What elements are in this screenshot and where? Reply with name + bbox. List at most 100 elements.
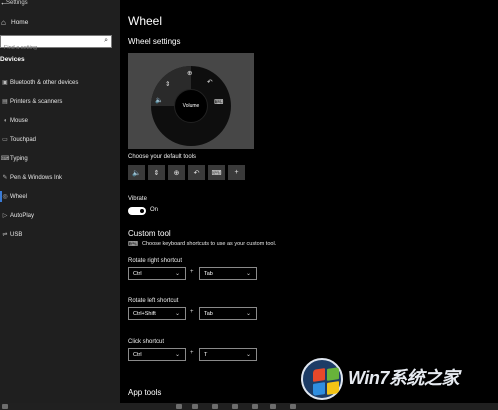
autoplay-icon: ▷ <box>2 213 8 219</box>
vibrate-toggle[interactable] <box>128 207 146 215</box>
sidebar-item-autoplay[interactable]: ▷ AutoPlay <box>0 206 120 225</box>
plus-sign: + <box>190 350 194 356</box>
sidebar-item-pen[interactable]: ✎ Pen & Windows Ink <box>0 168 120 187</box>
sidebar-item-label: Bluetooth & other devices <box>10 79 79 86</box>
page-title: Wheel <box>128 14 163 28</box>
select-value: Tab <box>204 310 213 317</box>
sidebar-item-mouse[interactable]: ◖ Mouse <box>0 111 120 130</box>
chevron-down-icon: ⌄ <box>246 352 252 358</box>
scroll-icon[interactable]: ⇕ <box>165 80 170 88</box>
search-box[interactable]: ⌕ <box>0 35 112 54</box>
sidebar-item-printers[interactable]: ▤ Printers & scanners <box>0 92 120 111</box>
watermark: Win7系统之家 <box>298 356 498 404</box>
printer-icon: ▤ <box>2 99 8 105</box>
sidebar-home[interactable]: ⌂ Home <box>0 14 120 30</box>
sidebar-home-label: Home <box>11 18 29 26</box>
plus-sign: + <box>190 309 194 315</box>
sidebar-item-label: Pen & Windows Ink <box>10 174 63 181</box>
custom-tool-desc-row: ⌨ Choose keyboard shortcuts to use as yo… <box>128 240 276 248</box>
home-icon: ⌂ <box>1 17 6 27</box>
sidebar-item-touchpad[interactable]: ▭ Touchpad <box>0 130 120 149</box>
sidebar-item-label: Touchpad <box>10 136 37 143</box>
rotate-left-key1-select[interactable]: Ctrl+Shift ⌄ <box>128 307 186 320</box>
click-key1-select[interactable]: Ctrl ⌄ <box>128 348 186 361</box>
scroll-icon: ⇕ <box>153 169 160 177</box>
custom-tool-icon[interactable]: ⌨ <box>214 98 223 106</box>
taskbar-app-icon[interactable] <box>290 404 296 409</box>
sidebar-item-usb[interactable]: ⇌ USB <box>0 225 120 244</box>
keyboard-icon: ⌨ <box>128 241 139 248</box>
taskbar <box>0 403 498 410</box>
wheel-icon: ◎ <box>2 194 8 200</box>
mouse-icon: ◖ <box>3 117 7 124</box>
chevron-down-icon: ⌄ <box>246 311 252 317</box>
select-value: Tab <box>204 270 213 277</box>
usb-icon: ⇌ <box>2 232 8 238</box>
sidebar-item-label: AutoPlay <box>10 212 35 219</box>
custom-tool-desc: Choose keyboard shortcuts to use as your… <box>142 241 277 247</box>
windows-logo-icon <box>301 358 343 400</box>
tool-zoom-button[interactable]: ⊕ <box>168 165 185 180</box>
click-key2-select[interactable]: T ⌄ <box>199 348 257 361</box>
keyboard-icon: ⌨ <box>0 156 10 162</box>
sidebar-item-bluetooth[interactable]: ▣ Bluetooth & other devices <box>0 73 120 92</box>
tool-undo-button[interactable]: ↶ <box>188 165 205 180</box>
sidebar-item-label: Typing <box>10 155 28 162</box>
taskbar-app-icon[interactable] <box>270 404 276 409</box>
chevron-down-icon: ⌄ <box>175 311 181 317</box>
select-value: Ctrl <box>133 270 142 277</box>
rotate-right-label: Rotate right shortcut <box>128 258 183 264</box>
zoom-icon[interactable]: ⊕ <box>187 69 192 77</box>
chevron-down-icon: ⌄ <box>246 271 252 277</box>
select-value: Ctrl+Shift <box>133 310 156 317</box>
sidebar-item-label: USB <box>10 231 23 238</box>
rotate-left-key2-select[interactable]: Tab ⌄ <box>199 307 257 320</box>
sidebar-item-label: Printers & scanners <box>10 98 63 105</box>
plus-icon: + <box>234 169 239 176</box>
section-title: Devices <box>0 56 25 63</box>
tool-custom-button[interactable]: ⌨ <box>208 165 225 180</box>
wheel-preview: ⇕ ⊕ ↶ 🔈 ⌨ Volume <box>128 53 254 149</box>
app-tools-heading: App tools <box>128 388 162 397</box>
tool-volume-button[interactable]: 🔈 <box>128 165 145 180</box>
chevron-down-icon: ⌄ <box>175 271 181 277</box>
toggle-knob <box>140 209 144 213</box>
undo-icon: ↶ <box>193 169 200 177</box>
taskbar-app-icon[interactable] <box>252 404 258 409</box>
tool-scroll-button[interactable]: ⇕ <box>148 165 165 180</box>
wheel-center-label: Volume <box>182 103 200 109</box>
volume-icon: 🔈 <box>132 169 141 177</box>
sidebar-item-typing[interactable]: ⌨ Typing <box>0 149 120 168</box>
sidebar-item-label: Wheel <box>10 193 28 200</box>
sidebar: ← Settings ⌂ Home ⌕ Devices ▣ Bluetooth … <box>0 0 120 410</box>
vibrate-label: Vibrate <box>128 196 147 202</box>
undo-icon[interactable]: ↶ <box>207 78 212 86</box>
sidebar-nav: ▣ Bluetooth & other devices ▤ Printers &… <box>0 73 120 244</box>
taskbar-app-icon[interactable] <box>192 404 198 409</box>
watermark-brand: Win7系统之家 <box>348 368 459 388</box>
pen-icon: ✎ <box>2 175 8 181</box>
taskbar-app-icon[interactable] <box>176 404 182 409</box>
chevron-down-icon: ⌄ <box>175 352 181 358</box>
search-input[interactable] <box>1 42 97 54</box>
search-icon[interactable]: ⌕ <box>104 37 108 45</box>
start-icon[interactable] <box>2 404 8 409</box>
volume-icon[interactable]: 🔈 <box>155 96 163 104</box>
taskbar-app-icon[interactable] <box>212 404 218 409</box>
sidebar-item-label: Mouse <box>10 117 29 124</box>
rotate-right-key2-select[interactable]: Tab ⌄ <box>199 267 257 280</box>
custom-tool-icon: ⌨ <box>211 169 222 177</box>
tool-add-button[interactable]: + <box>228 165 245 180</box>
zoom-icon: ⊕ <box>173 169 180 177</box>
touchpad-icon: ▭ <box>2 137 8 143</box>
click-shortcut-label: Click shortcut <box>128 339 165 345</box>
rotate-right-key1-select[interactable]: Ctrl ⌄ <box>128 267 186 280</box>
rotate-left-label: Rotate left shortcut <box>128 298 179 304</box>
taskbar-app-icon[interactable] <box>232 404 238 409</box>
window-title: Settings <box>6 0 28 6</box>
main-panel: Wheel Wheel settings ⇕ ⊕ ↶ 🔈 ⌨ Volume Ch… <box>120 0 498 410</box>
wheel-dial[interactable]: ⇕ ⊕ ↶ 🔈 ⌨ Volume <box>151 66 231 146</box>
custom-tool-heading: Custom tool <box>128 229 171 238</box>
wheel-hub: Volume <box>174 89 208 123</box>
sidebar-item-wheel[interactable]: ◎ Wheel <box>0 187 120 206</box>
